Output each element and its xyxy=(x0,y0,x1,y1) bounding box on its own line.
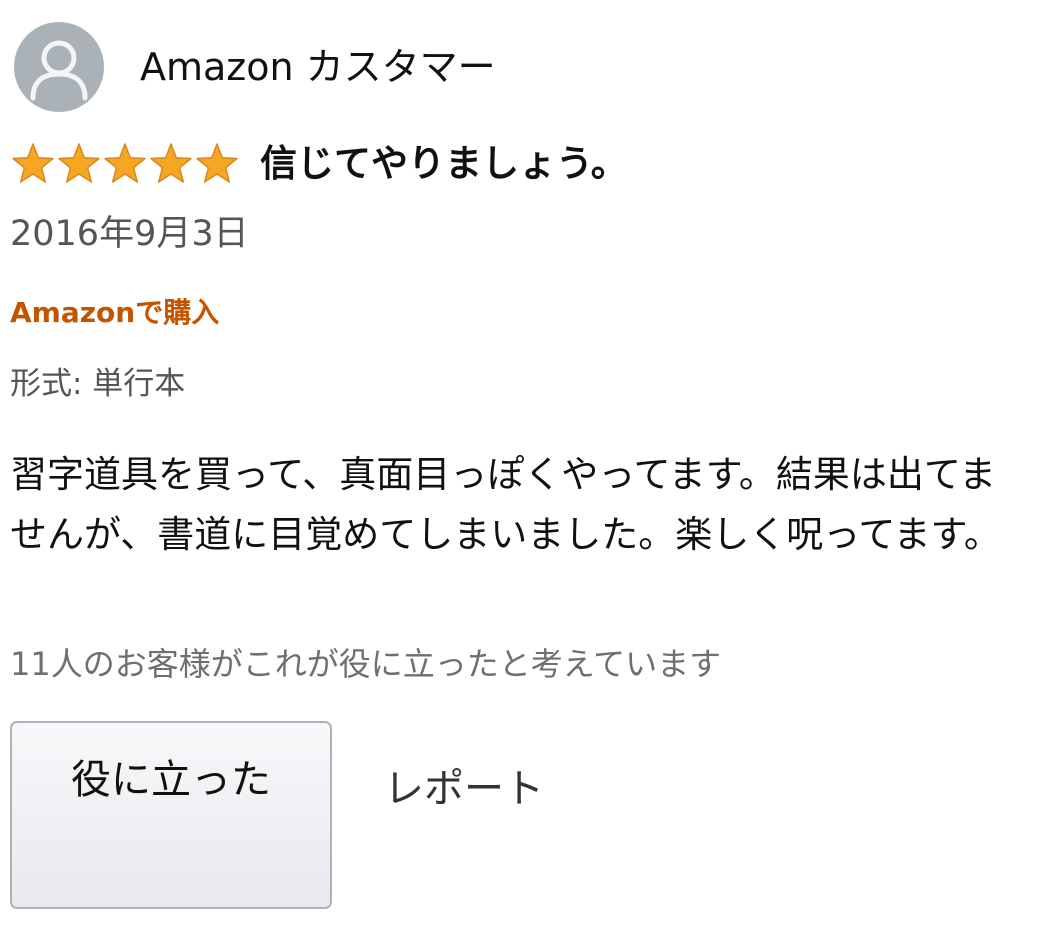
star-icon xyxy=(150,143,192,183)
star-rating xyxy=(10,141,240,187)
review-title[interactable]: 信じてやりましょう。 xyxy=(260,140,628,188)
customer-review: Amazon カスタマー 信じてやりましょう。 2016年9月3日 Amazon… xyxy=(0,0,1047,937)
verified-purchase-badge: Amazonで購入 xyxy=(10,296,220,329)
star-icon xyxy=(196,143,238,183)
review-body: 習字道具を買って、真面目っぽくやってます。結果は出てませんが、書道に目覚めてしま… xyxy=(10,453,1001,556)
helpful-count: 11人のお客様がこれが役に立ったと考えています xyxy=(10,645,722,683)
report-link[interactable]: レポート xyxy=(384,764,544,814)
rating-row: 信じてやりましょう。 xyxy=(10,140,628,188)
star-icon xyxy=(58,143,100,183)
helpful-button[interactable]: 役に立った xyxy=(10,721,332,909)
author-name[interactable]: Amazon カスタマー xyxy=(140,45,496,89)
star-icon xyxy=(12,143,54,183)
product-format: 形式: 単行本 xyxy=(10,366,186,402)
star-icon xyxy=(104,143,146,183)
user-avatar-icon xyxy=(14,22,104,112)
review-actions: 役に立った レポート xyxy=(10,721,544,909)
review-header: Amazon カスタマー xyxy=(14,22,496,112)
review-date: 2016年9月3日 xyxy=(10,214,249,254)
